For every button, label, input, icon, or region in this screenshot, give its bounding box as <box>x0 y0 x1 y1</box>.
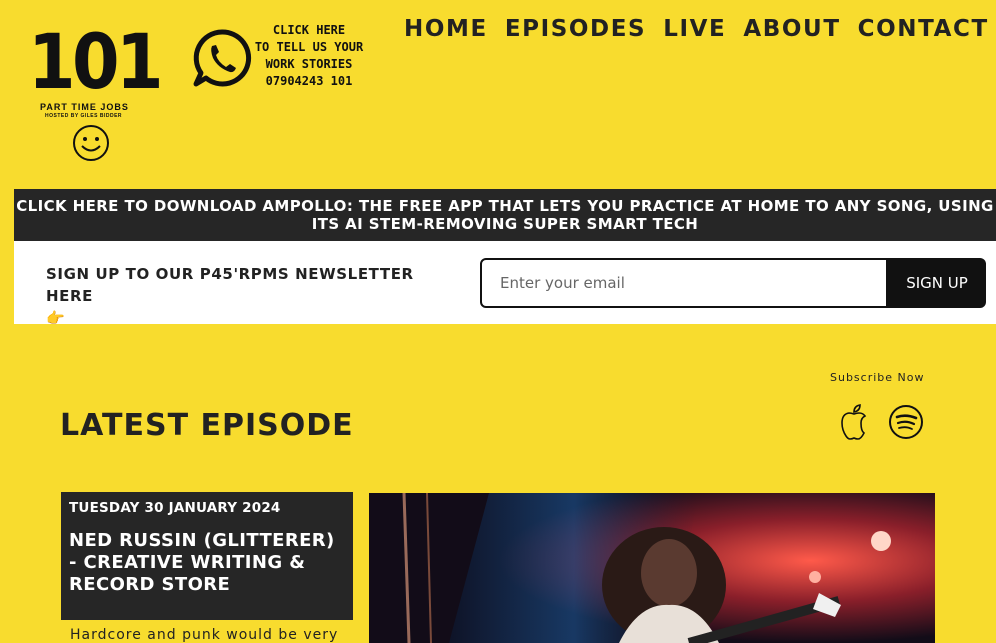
sign-up-button[interactable]: SIGN UP <box>888 258 986 308</box>
nav-contact[interactable]: CONTACT <box>858 16 989 42</box>
logo-number: 101 <box>28 17 164 106</box>
whatsapp-line-2: TO TELL US YOUR <box>254 40 364 54</box>
newsletter-prompt: SIGN UP TO OUR P45'RPMS NEWSLETTER HERE … <box>46 263 456 329</box>
pointing-hand-icon: 👉 <box>46 309 66 327</box>
episode-photo[interactable] <box>369 493 935 643</box>
whatsapp-line-1: CLICK HERE <box>272 23 346 37</box>
logo-hosted-by: HOSTED BY GILES BIDDER <box>45 113 123 119</box>
nav-episodes[interactable]: EPISODES <box>505 16 646 42</box>
subscribe-label: Subscribe Now <box>830 371 925 384</box>
main-nav: HOME EPISODES LIVE ABOUT CONTACT <box>404 16 989 42</box>
episode-date: TUESDAY 30 JANUARY 2024 <box>69 500 281 516</box>
nav-home[interactable]: HOME <box>404 16 488 42</box>
episode-description: Hardcore and punk would be very <box>70 627 339 643</box>
smiley-icon <box>73 125 109 161</box>
episode-card[interactable]: TUESDAY 30 JANUARY 2024 NED RUSSIN (GLIT… <box>61 492 353 620</box>
whatsapp-line-3: WORK STORIES <box>265 57 353 71</box>
whatsapp-link[interactable]: CLICK HERE TO TELL US YOUR WORK STORIES … <box>250 22 368 90</box>
nav-live[interactable]: LIVE <box>663 16 726 42</box>
ampollo-banner[interactable]: CLICK HERE TO DOWNLOAD AMPOLLO: THE FREE… <box>14 189 996 241</box>
nav-about[interactable]: ABOUT <box>743 16 840 42</box>
email-input[interactable] <box>480 258 888 308</box>
whatsapp-icon[interactable] <box>192 28 252 88</box>
whatsapp-phone: 07904243 101 <box>265 74 353 88</box>
newsletter-text: SIGN UP TO OUR P45'RPMS NEWSLETTER HERE <box>46 265 414 305</box>
latest-episode-heading: LATEST EPISODE <box>60 408 354 443</box>
newsletter-section: SIGN UP TO OUR P45'RPMS NEWSLETTER HERE … <box>14 241 996 327</box>
site-logo[interactable]: 101 PART TIME JOBS HOSTED BY GILES BIDDE… <box>28 17 164 164</box>
spotify-icon[interactable] <box>888 404 924 440</box>
apple-podcasts-icon[interactable] <box>836 402 872 442</box>
episode-title[interactable]: NED RUSSIN (GLITTERER) - CREATIVE WRITIN… <box>69 530 345 596</box>
